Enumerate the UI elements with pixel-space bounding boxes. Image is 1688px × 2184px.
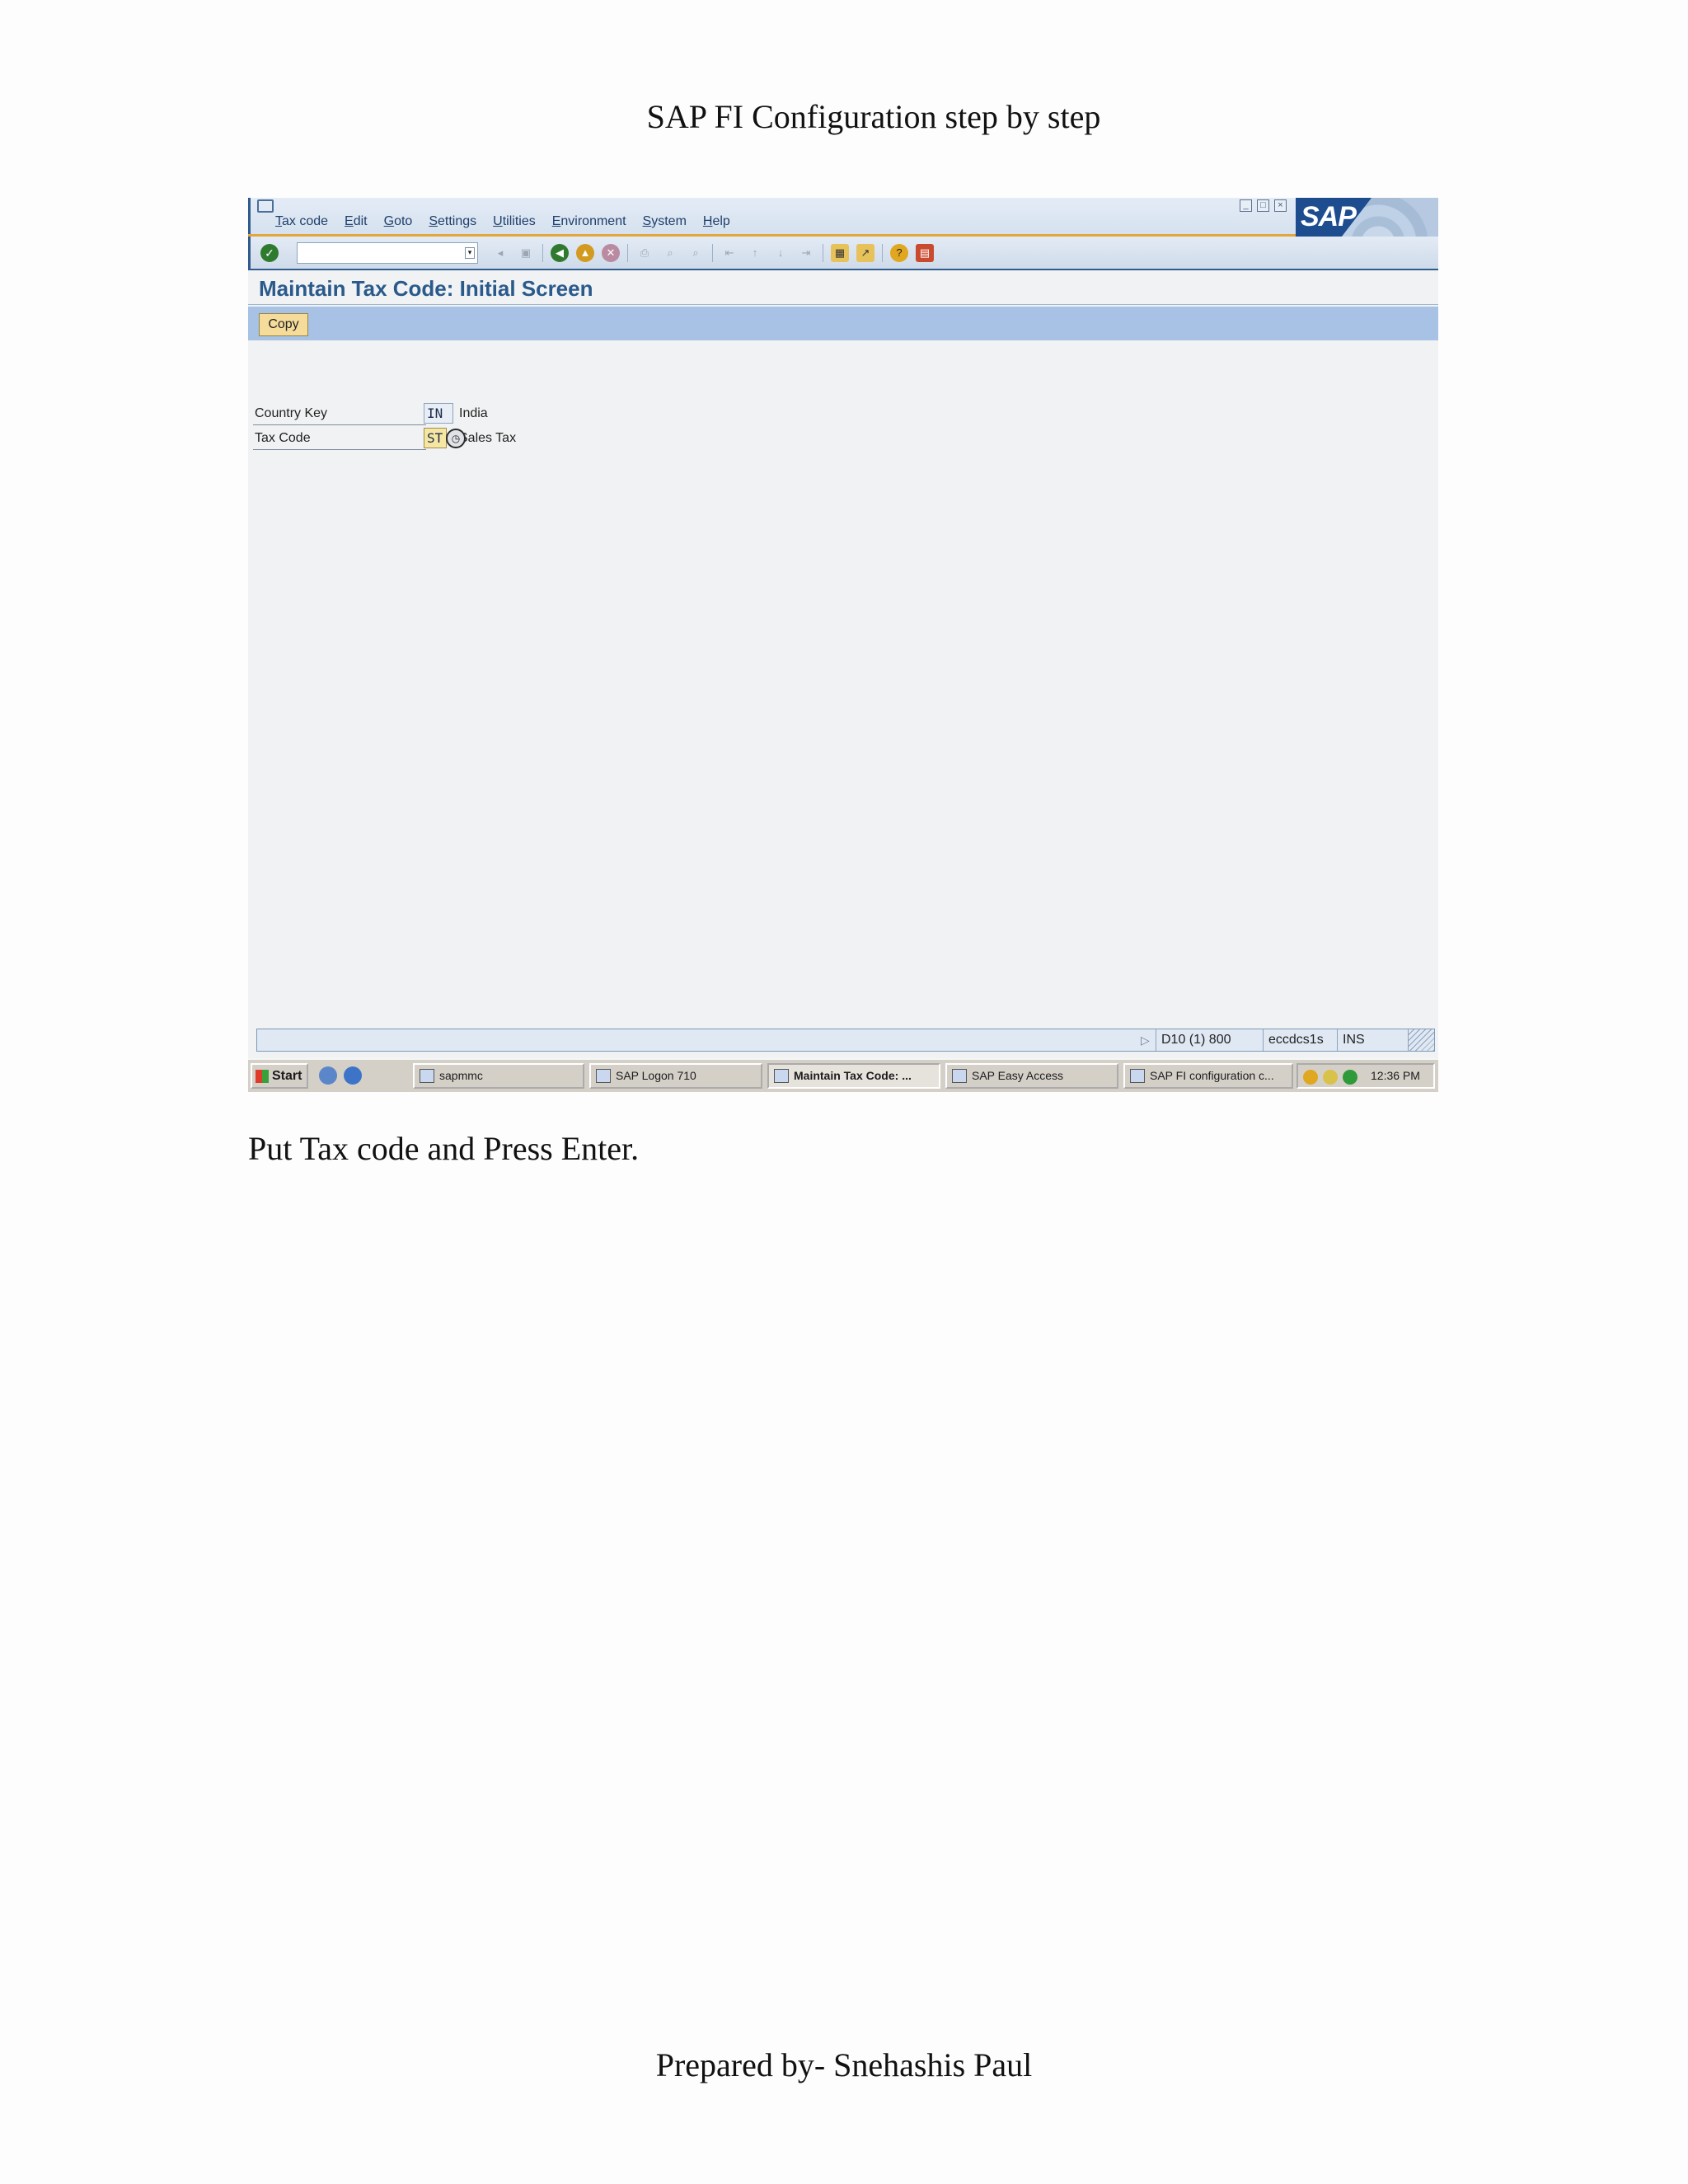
menu-system[interactable]: System <box>643 214 687 229</box>
first-page-icon[interactable]: ⇤ <box>720 244 738 262</box>
task-sap-logon[interactable]: SAP Logon 710 <box>589 1063 762 1089</box>
tax-code-input[interactable]: ST <box>424 428 447 448</box>
menu-environment[interactable]: Environment <box>552 214 626 229</box>
status-server: eccdcs1s <box>1263 1029 1337 1051</box>
tray-sap-icon[interactable] <box>1303 1070 1318 1085</box>
previous-icon[interactable]: ◂ <box>491 244 509 262</box>
menu-help[interactable]: Help <box>703 214 730 229</box>
toolbar-separator <box>627 244 628 262</box>
document-title: SAP FI Configuration step by step <box>646 98 1101 135</box>
next-page-icon[interactable]: ↓ <box>771 244 790 262</box>
app-icon <box>774 1069 789 1083</box>
menu-goto[interactable]: Goto <box>384 214 413 229</box>
app-icon <box>596 1069 611 1083</box>
standard-toolbar: ✓ ▾ ◂ ▣ ◀ ▲ ✕ ⎙ ⌕ ⌕ ⇤ ↑ ↓ ⇥ ▦ ↗ ? ▤ <box>248 237 1438 270</box>
tax-code-row: Tax Code ST Sales Tax ◷ <box>253 427 814 450</box>
task-label: sapmmc <box>439 1069 483 1082</box>
window-menu-icon[interactable] <box>257 199 274 213</box>
task-label: SAP FI configuration c... <box>1150 1069 1274 1082</box>
tray-network-icon[interactable] <box>1343 1070 1357 1085</box>
application-toolbar: Copy <box>248 307 1438 340</box>
instruction-text: Put Tax code and Press Enter. <box>248 1130 640 1167</box>
last-page-icon[interactable]: ⇥ <box>797 244 815 262</box>
help-icon[interactable]: ? <box>890 244 908 262</box>
status-expand-icon[interactable]: ▷ <box>1141 1033 1150 1047</box>
task-sap-fi-document[interactable]: SAP FI configuration c... <box>1123 1063 1293 1089</box>
app-icon <box>1130 1069 1145 1083</box>
label-underline <box>253 424 426 425</box>
task-sap-easy-access[interactable]: SAP Easy Access <box>945 1063 1118 1089</box>
country-description: India <box>459 406 488 420</box>
app-icon <box>952 1069 967 1083</box>
task-label: SAP Easy Access <box>972 1069 1064 1082</box>
exit-icon[interactable]: ▲ <box>576 244 594 262</box>
country-key-input[interactable]: IN <box>424 403 453 424</box>
menu-items: Tax code Edit Goto Settings Utilities En… <box>275 214 730 229</box>
previous-page-icon[interactable]: ↑ <box>746 244 764 262</box>
toolbar-separator <box>882 244 883 262</box>
start-label: Start <box>272 1069 302 1083</box>
show-desktop-icon[interactable] <box>319 1066 337 1085</box>
tray-warning-icon[interactable] <box>1323 1070 1338 1085</box>
layout-menu-icon[interactable]: ▤ <box>916 244 934 262</box>
sap-window: Tax code Edit Goto Settings Utilities En… <box>248 198 1438 1092</box>
cancel-icon[interactable]: ✕ <box>602 244 620 262</box>
browser-icon[interactable] <box>344 1066 362 1085</box>
tax-code-label: Tax Code <box>255 431 311 445</box>
menu-settings[interactable]: Settings <box>429 214 476 229</box>
copy-button[interactable]: Copy <box>259 313 308 336</box>
save-icon[interactable]: ▣ <box>517 244 535 262</box>
sap-logo-text: SAP <box>1301 201 1357 232</box>
menu-tax-code[interactable]: Tax code <box>275 214 328 229</box>
new-session-icon[interactable]: ▦ <box>831 244 849 262</box>
maximize-icon[interactable]: □ <box>1257 199 1269 212</box>
windows-logo-icon <box>256 1070 269 1083</box>
task-maintain-tax-code[interactable]: Maintain Tax Code: ... <box>767 1063 940 1089</box>
status-mode: INS <box>1337 1029 1374 1051</box>
print-icon[interactable]: ⎙ <box>635 244 654 262</box>
resize-grip-icon[interactable] <box>1408 1029 1434 1051</box>
command-field[interactable]: ▾ <box>297 242 478 264</box>
task-label: Maintain Tax Code: ... <box>794 1069 912 1082</box>
find-icon[interactable]: ⌕ <box>661 244 679 262</box>
start-button[interactable]: Start <box>251 1063 308 1089</box>
title-divider <box>248 304 1438 305</box>
task-label: SAP Logon 710 <box>616 1069 696 1082</box>
check-icon[interactable]: ✓ <box>260 244 279 262</box>
windows-taskbar: Start sapmmc SAP Logon 710 Maintain Tax … <box>248 1058 1438 1092</box>
window-controls: _ □ × <box>1240 199 1287 212</box>
find-next-icon[interactable]: ⌕ <box>687 244 705 262</box>
value-help-icon[interactable]: ◷ <box>446 429 466 448</box>
system-tray: 12:36 PM <box>1296 1063 1435 1089</box>
country-key-row: Country Key IN India <box>253 402 814 425</box>
app-icon <box>420 1069 434 1083</box>
country-key-label: Country Key <box>255 406 328 420</box>
menu-bar: Tax code Edit Goto Settings Utilities En… <box>248 198 1438 235</box>
status-bar: ▷ D10 (1) 800 eccdcs1s INS <box>256 1029 1435 1052</box>
clock: 12:36 PM <box>1371 1069 1420 1082</box>
menu-edit[interactable]: Edit <box>345 214 368 229</box>
minimize-icon[interactable]: _ <box>1240 199 1252 212</box>
back-icon[interactable]: ◀ <box>551 244 569 262</box>
chevron-down-icon[interactable]: ▾ <box>465 247 475 259</box>
document-footer: Prepared by- Snehashis Paul <box>655 2046 1033 2083</box>
shortcut-icon[interactable]: ↗ <box>856 244 874 262</box>
close-icon[interactable]: × <box>1274 199 1287 212</box>
toolbar-separator <box>712 244 713 262</box>
task-sapmmc[interactable]: sapmmc <box>413 1063 584 1089</box>
toolbar-separator <box>542 244 543 262</box>
toolbar-icons: ◂ ▣ ◀ ▲ ✕ ⎙ ⌕ ⌕ ⇤ ↑ ↓ ⇥ ▦ ↗ ? ▤ <box>491 244 934 262</box>
tax-code-description: Sales Tax <box>459 431 517 445</box>
label-underline <box>253 449 426 450</box>
menu-utilities[interactable]: Utilities <box>493 214 536 229</box>
status-system: D10 (1) 800 <box>1156 1029 1263 1051</box>
page-title: Maintain Tax Code: Initial Screen <box>259 276 593 301</box>
